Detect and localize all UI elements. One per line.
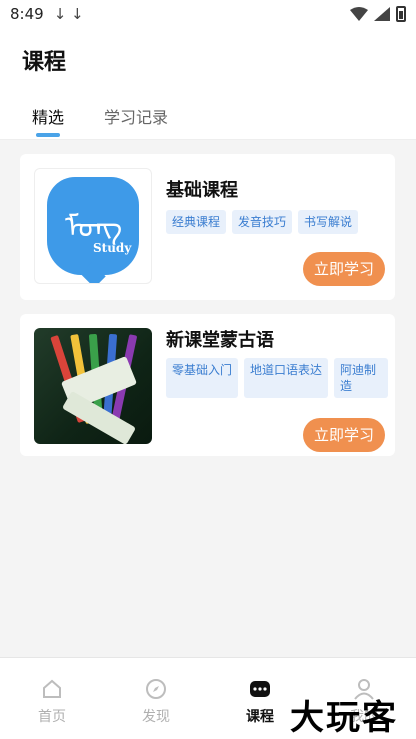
course-icon (250, 681, 270, 697)
tab-study-record[interactable]: 学习记录 (104, 104, 168, 128)
start-study-button[interactable]: 立即学习 (303, 418, 385, 452)
course-card-new-classroom[interactable]: 新课堂蒙古语 零基础入门 地道口语表达 阿迪制造 立即学习 (20, 314, 395, 456)
battery-icon (396, 6, 406, 22)
course-tag: 经典课程 (166, 210, 227, 234)
nav-label: 发现 (142, 709, 170, 725)
nav-label: 首页 (38, 709, 66, 725)
status-time: 8:49 (10, 5, 44, 23)
tab-featured[interactable]: 精选 (32, 104, 64, 128)
status-bar: 8:49 ↓ ↓ (0, 0, 416, 28)
course-tag: 书写解说 (298, 210, 359, 234)
course-tag: 阿迪制造 (334, 358, 389, 398)
nav-home[interactable]: 首页 (0, 658, 104, 739)
course-tags: 经典课程 发音技巧 书写解说 (166, 210, 359, 234)
page-title: 课程 (22, 50, 67, 75)
compass-icon (146, 679, 166, 699)
status-icons (350, 6, 406, 22)
wifi-icon (350, 7, 368, 21)
signal-icon (374, 7, 390, 21)
course-tag: 零基础入门 (166, 358, 239, 398)
nav-discover[interactable]: 发现 (104, 658, 208, 739)
course-thumbnail (34, 328, 152, 444)
course-thumbnail: ᠮᠣᠩ Study (34, 168, 152, 284)
course-tag: 发音技巧 (232, 210, 293, 234)
course-title: 新课堂蒙古语 (166, 330, 274, 351)
app-header: 课程 (0, 28, 416, 90)
download-icon: ↓ ↓ (53, 5, 84, 23)
start-study-button[interactable]: 立即学习 (303, 252, 385, 286)
course-card-basic[interactable]: ᠮᠣᠩ Study 基础课程 经典课程 发音技巧 书写解说 立即学习 (20, 154, 395, 300)
tab-indicator (36, 133, 60, 137)
course-tag: 地道口语表达 (244, 358, 329, 398)
course-title: 基础课程 (166, 180, 238, 201)
course-tags: 零基础入门 地道口语表达 阿迪制造 (166, 358, 389, 398)
watermark: 大玩客 (290, 698, 398, 738)
home-icon (43, 679, 61, 698)
tab-bar: 精选 学习记录 (0, 90, 416, 140)
study-logo-icon: ᠮᠣᠩ Study (47, 177, 139, 283)
